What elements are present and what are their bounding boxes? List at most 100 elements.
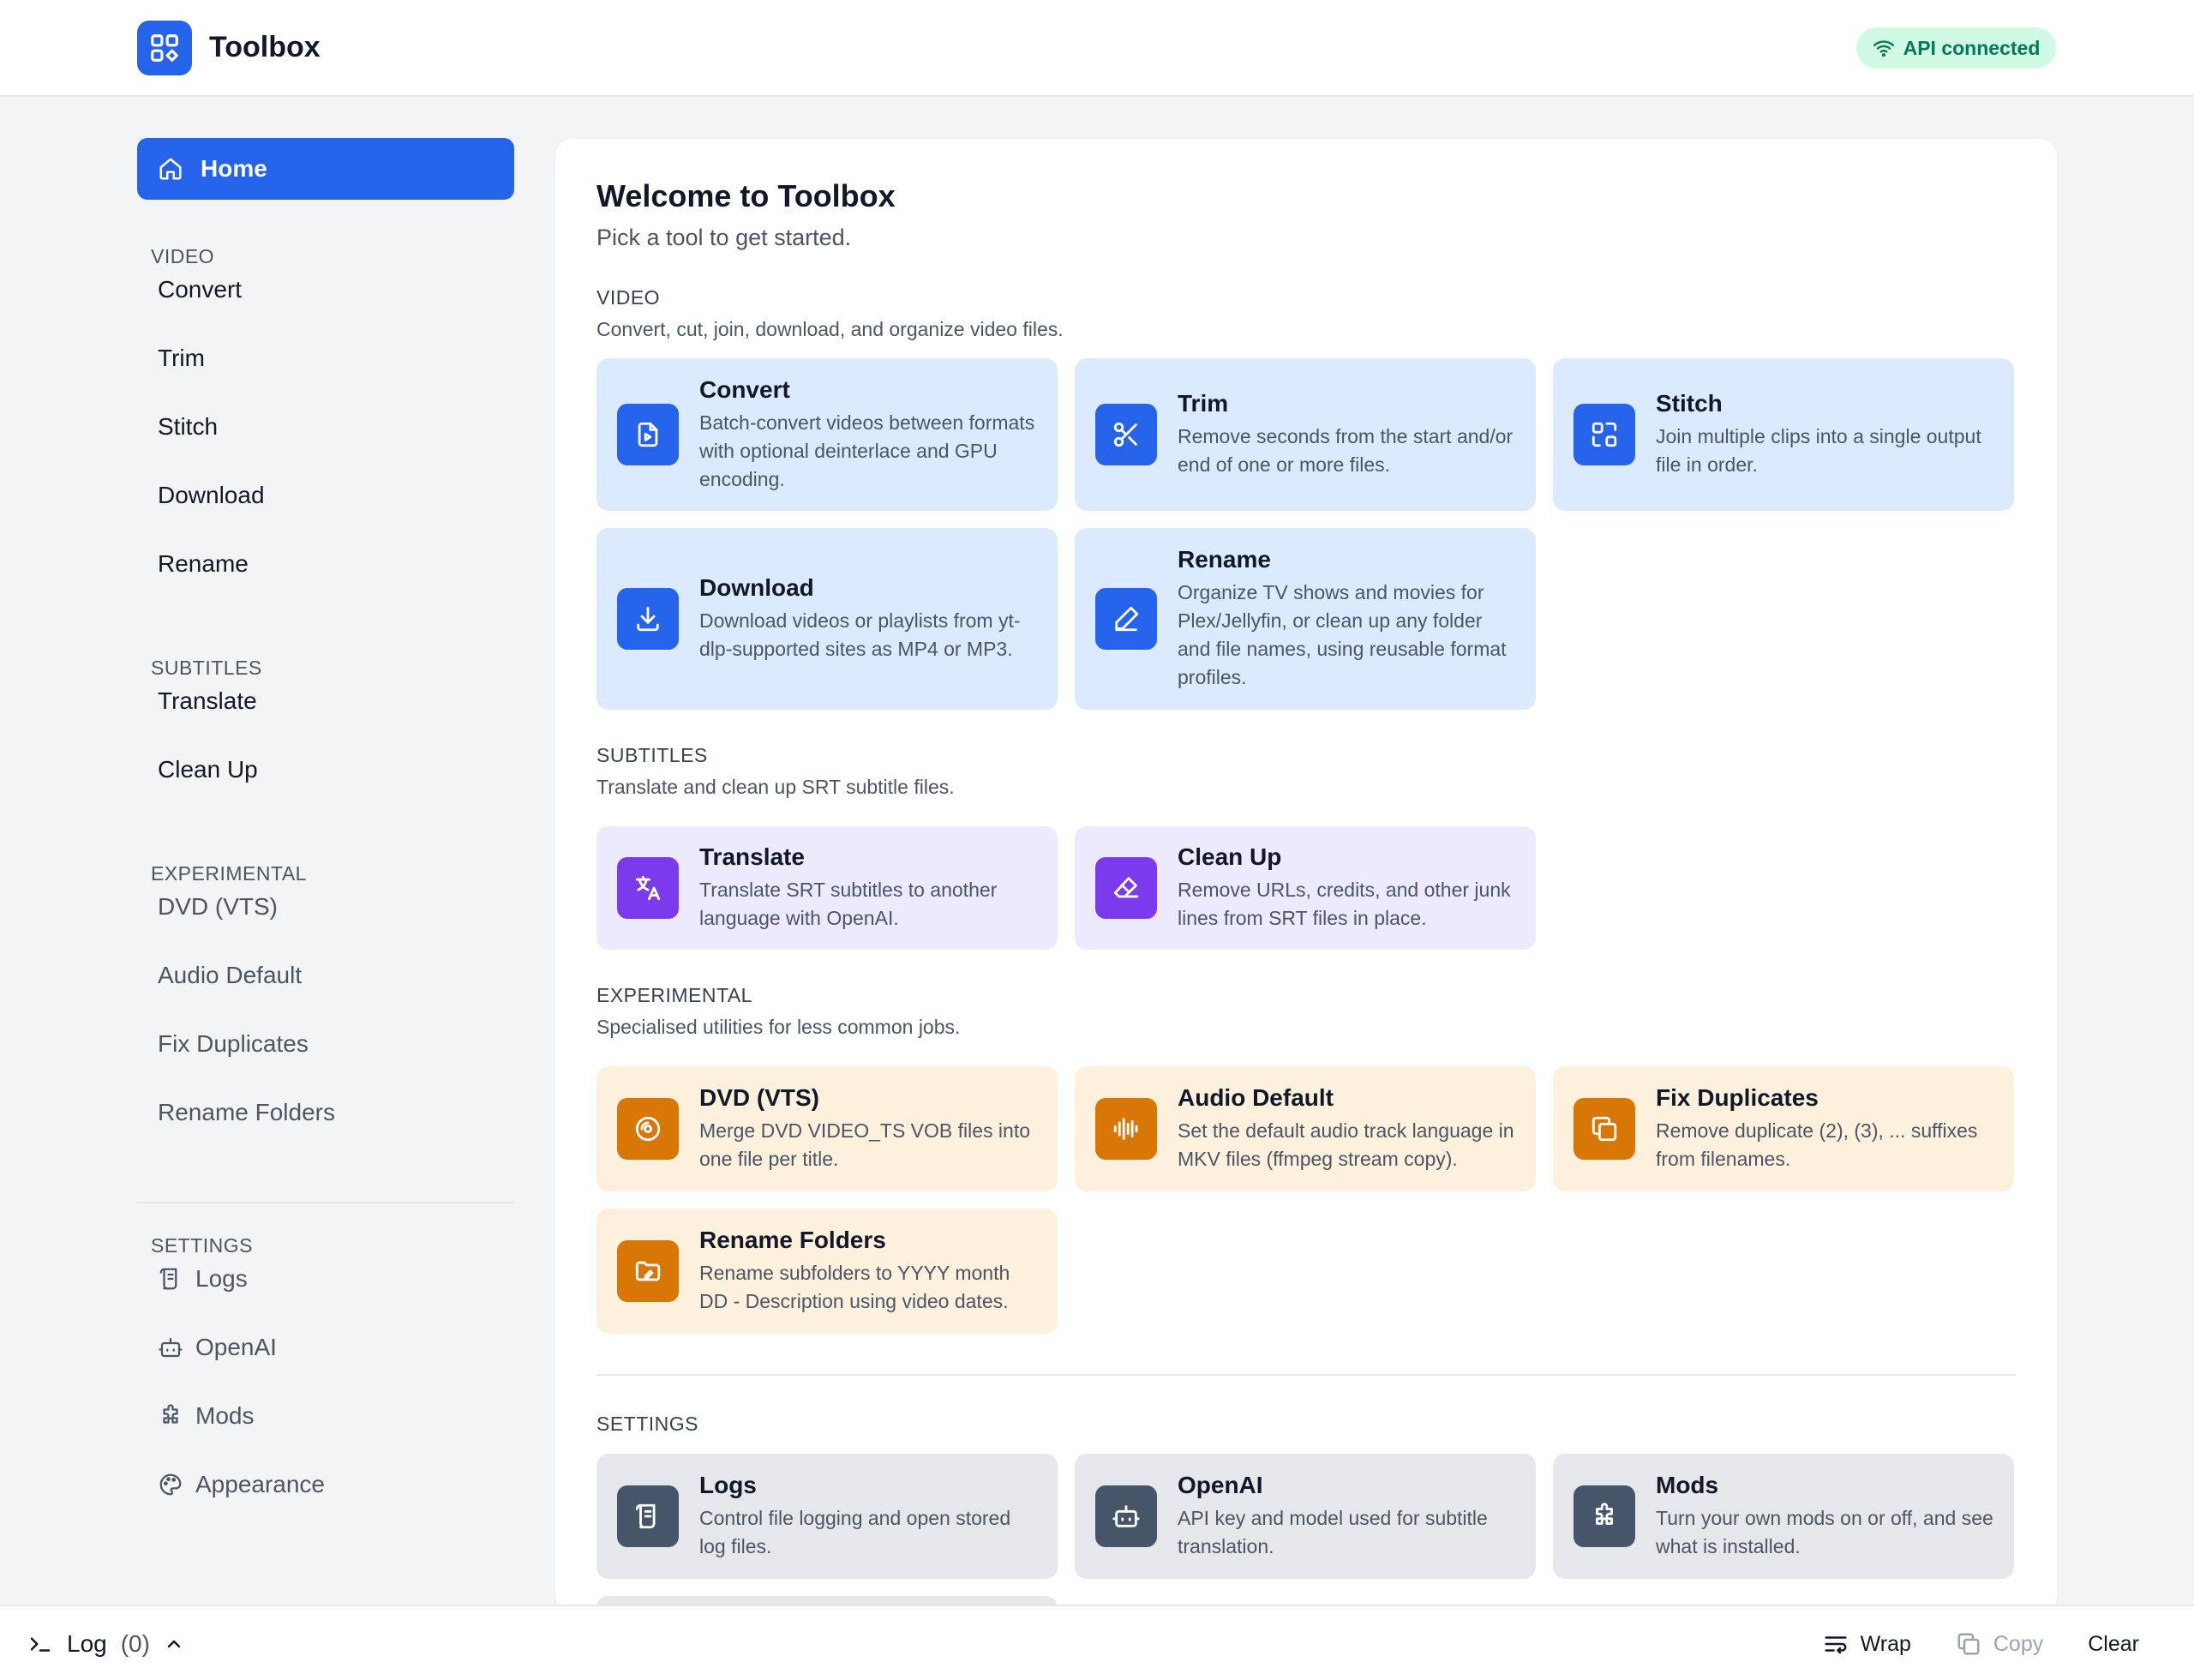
tool-card-mods[interactable]: Mods Turn your own mods on or off, and s…	[1553, 1454, 2014, 1579]
tool-card-fix-duplicates[interactable]: Fix Duplicates Remove duplicate (2), (3)…	[1553, 1066, 2014, 1191]
sidebar-item-label: Mods	[195, 1402, 255, 1429]
api-status-badge: API connected	[1856, 27, 2056, 69]
copy-icon	[1956, 1631, 1981, 1657]
tool-card-openai[interactable]: OpenAI API key and model used for subtit…	[1075, 1454, 1536, 1579]
copy-button[interactable]: Copy	[1956, 1631, 2043, 1657]
chevron-up-icon	[164, 1634, 184, 1654]
section-title-video: VIDEO	[596, 286, 661, 309]
tool-card-clean-up[interactable]: Clean Up Remove URLs, credits, and other…	[1075, 826, 1536, 950]
copy-label: Copy	[1993, 1631, 2044, 1656]
tool-card-title: Trim	[1178, 390, 1229, 417]
scissors-icon	[1095, 404, 1157, 465]
tool-card-title: DVD (VTS)	[699, 1084, 819, 1111]
log-toggle[interactable]: Log (0)	[27, 1606, 184, 1680]
tool-card-description: Remove seconds from the start and/or end…	[1178, 425, 1514, 476]
top-header: Toolbox API connected	[0, 0, 2194, 97]
tool-card-translate[interactable]: Translate Translate SRT subtitles to ano…	[596, 826, 1058, 950]
sidebar-item-label: Home	[201, 155, 267, 182]
tool-card-description: Rename subfolders to YYYY month DD - Des…	[699, 1262, 1010, 1312]
section-divider	[596, 1374, 2016, 1376]
sidebar-item-download[interactable]: Download	[137, 470, 514, 521]
file-video-icon	[617, 404, 679, 465]
eraser-icon	[1095, 857, 1157, 919]
clear-label: Clear	[2088, 1631, 2139, 1656]
wrap-button[interactable]: Wrap	[1823, 1631, 1911, 1657]
tool-card-title: Clean Up	[1178, 843, 1282, 870]
sidebar-item-fix-duplicates[interactable]: Fix Duplicates	[137, 1018, 514, 1070]
puzzle-icon	[158, 1403, 183, 1429]
app-title: Toolbox	[209, 31, 321, 63]
wrap-text-icon	[1823, 1631, 1849, 1657]
stitch-icon	[1574, 404, 1635, 465]
wifi-icon	[1873, 37, 1895, 59]
tool-card-description: Download videos or playlists from yt-dlp…	[699, 609, 1021, 660]
audio-wave-icon	[1095, 1098, 1157, 1160]
logs-icon	[158, 1266, 183, 1292]
sidebar-item-dvd-vts[interactable]: DVD (VTS)	[137, 881, 514, 933]
tool-card-download[interactable]: Download Download videos or playlists fr…	[596, 528, 1058, 710]
tool-card-dvd-vts[interactable]: DVD (VTS) Merge DVD VIDEO_TS VOB files i…	[596, 1066, 1058, 1191]
palette-icon	[158, 1472, 183, 1497]
sidebar-item-logs[interactable]: Logs	[137, 1253, 514, 1305]
log-count: (0)	[120, 1630, 150, 1657]
section-description-subtitles: Translate and clean up SRT subtitle file…	[596, 776, 955, 798]
tool-card-description: Set the default audio track language in …	[1178, 1119, 1514, 1170]
terminal-icon	[27, 1631, 53, 1657]
home-icon	[158, 156, 183, 182]
robot-icon	[158, 1335, 183, 1360]
sidebar-item-label: OpenAI	[195, 1334, 277, 1360]
tool-card-description: Batch-convert videos between formats wit…	[699, 411, 1035, 490]
page-subtitle: Pick a tool to get started.	[596, 225, 852, 250]
sidebar-item-trim[interactable]: Trim	[137, 333, 514, 384]
app-logo-icon[interactable]	[137, 21, 192, 75]
sidebar-item-mods[interactable]: Mods	[137, 1390, 514, 1442]
sidebar-divider	[137, 1202, 514, 1203]
tool-card-description: Turn your own mods on or off, and see wh…	[1656, 1507, 1993, 1557]
tool-card-title: Download	[699, 574, 814, 601]
sidebar-item-clean-up[interactable]: Clean Up	[137, 744, 514, 795]
log-label: Log	[67, 1630, 107, 1657]
tool-card-stitch[interactable]: Stitch Join multiple clips into a single…	[1553, 358, 2014, 511]
tool-card-title: Translate	[699, 843, 805, 870]
tool-card-title: Logs	[699, 1472, 757, 1498]
pencil-icon	[1095, 588, 1157, 650]
sidebar-item-appearance[interactable]: Appearance	[137, 1459, 514, 1510]
sidebar-item-label: Logs	[195, 1265, 248, 1292]
disc-icon	[617, 1098, 679, 1160]
page-title: Welcome to Toolbox	[596, 178, 896, 213]
clear-button[interactable]: Clear	[2088, 1632, 2139, 1657]
folder-edit-icon	[617, 1240, 679, 1302]
sidebar-item-openai[interactable]: OpenAI	[137, 1322, 514, 1373]
main-content: Welcome to Toolbox Pick a tool to get st…	[555, 139, 2057, 1613]
tool-card-trim[interactable]: Trim Remove seconds from the start and/o…	[1075, 358, 1536, 511]
tool-card-description: Translate SRT subtitles to another langu…	[699, 879, 998, 929]
tool-card-title: Convert	[699, 375, 790, 403]
sidebar-item-stitch[interactable]: Stitch	[137, 401, 514, 453]
tool-card-convert[interactable]: Convert Batch-convert videos between for…	[596, 358, 1058, 511]
section-title-experimental: EXPERIMENTAL	[596, 984, 752, 1006]
robot-icon	[1095, 1485, 1157, 1547]
tool-card-title: Rename	[1178, 546, 1271, 573]
tool-card-logs[interactable]: Logs Control file logging and open store…	[596, 1454, 1058, 1579]
tool-card-description: Remove duplicate (2), (3), ... suffixes …	[1656, 1119, 1978, 1170]
log-panel-bar: Log (0) Wrap Copy Clear	[0, 1605, 2194, 1680]
puzzle-icon	[1574, 1485, 1635, 1547]
section-title-subtitles: SUBTITLES	[596, 744, 708, 766]
logs-icon	[617, 1485, 679, 1547]
tool-card-audio-default[interactable]: Audio Default Set the default audio trac…	[1075, 1066, 1536, 1191]
tool-card-description: Merge DVD VIDEO_TS VOB files into one fi…	[699, 1119, 1031, 1170]
sidebar-item-audio-default[interactable]: Audio Default	[137, 950, 514, 1001]
sidebar-item-home[interactable]: Home	[137, 138, 514, 200]
sidebar-item-rename-folders[interactable]: Rename Folders	[137, 1087, 514, 1138]
tool-card-rename-folders[interactable]: Rename Folders Rename subfolders to YYYY…	[596, 1209, 1058, 1334]
download-icon	[617, 588, 679, 650]
tool-card-description: Remove URLs, credits, and other junk lin…	[1178, 879, 1511, 929]
translate-icon	[617, 857, 679, 919]
tool-card-title: OpenAI	[1178, 1472, 1263, 1498]
section-description-video: Convert, cut, join, download, and organi…	[596, 318, 1064, 340]
sidebar-item-translate[interactable]: Translate	[137, 675, 514, 727]
tool-card-rename[interactable]: Rename Organize TV shows and movies for …	[1075, 528, 1536, 710]
sidebar-item-rename[interactable]: Rename	[137, 538, 514, 590]
tool-card-description: Join multiple clips into a single output…	[1656, 425, 1981, 476]
sidebar-item-convert[interactable]: Convert	[137, 264, 514, 315]
